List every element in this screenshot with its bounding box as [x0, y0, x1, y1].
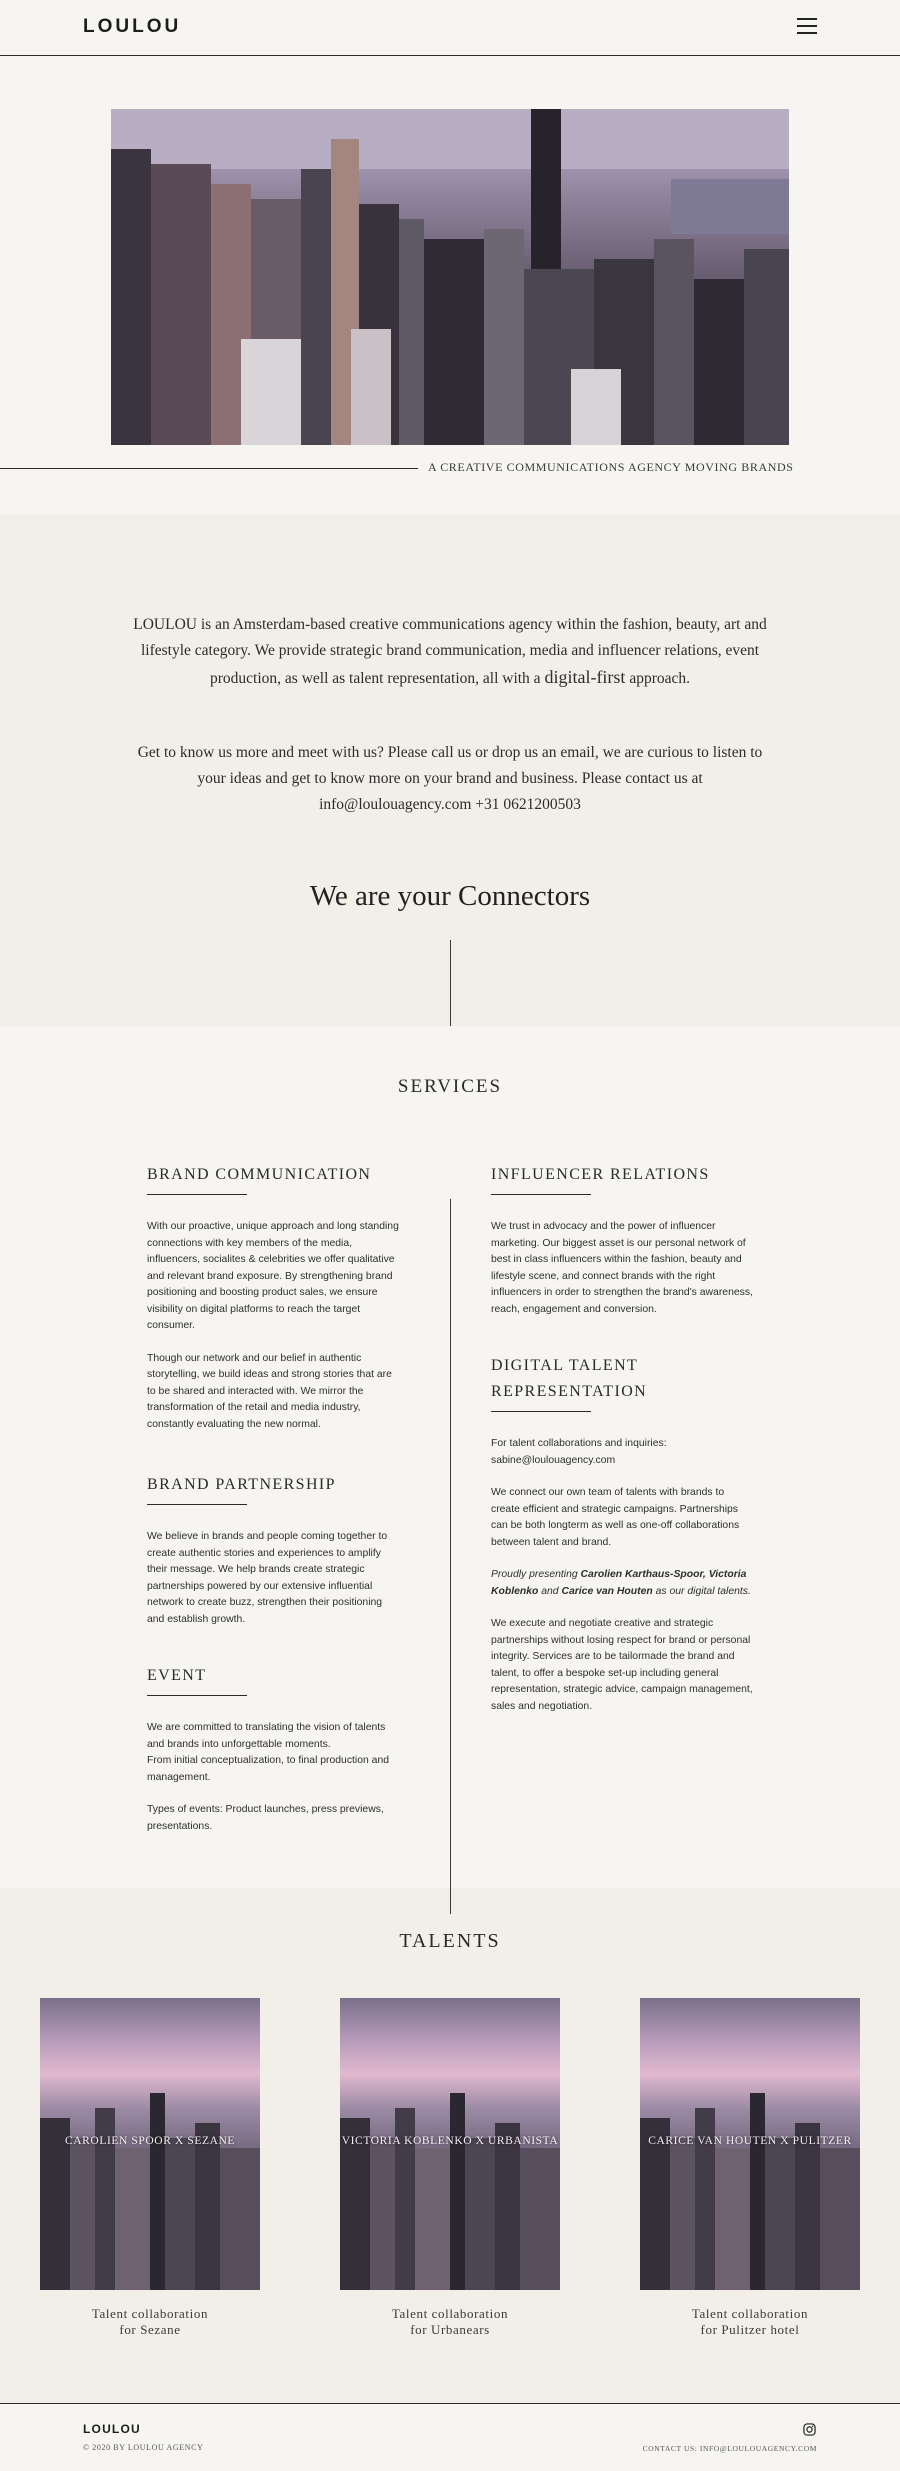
vertical-divider — [450, 940, 451, 1026]
digital-talent-title: DIGITAL TALENT REPRESENTATION — [491, 1353, 753, 1405]
hamburger-menu-icon[interactable] — [797, 16, 817, 36]
hero-tagline: A CREATIVE COMMUNICATIONS AGENCY MOVING … — [428, 460, 794, 474]
influencer-relations-title: INFLUENCER RELATIONS — [491, 1166, 710, 1183]
brand-communication-title: BRAND COMMUNICATION — [147, 1166, 372, 1183]
brand-communication-block: BRAND COMMUNICATION With our proactive, … — [147, 1162, 399, 1449]
talent-caption-line1: Talent collaboration — [91, 2306, 209, 2321]
talent-card-name: VICTORIA KOBLENKO X URBANISTA — [341, 2135, 559, 2147]
title-underline — [147, 1194, 247, 1195]
talent-caption-line1: Talent collaboration — [691, 2306, 809, 2321]
services-section: SERVICES BRAND COMMUNICATION With our pr… — [0, 1026, 900, 1888]
digital-talent-text: We connect our own team of talents with … — [491, 1487, 740, 1548]
digital-talent-title-line1: DIGITAL TALENT — [491, 1357, 639, 1374]
site-footer: LOULOU © 2020 BY LOULOU AGENCY CONTACT U… — [0, 2403, 900, 2471]
talent-card-name: CARICE VAN HOUTEN X PULITZER — [648, 2135, 852, 2147]
vertical-divider — [450, 1199, 451, 1888]
intro-section: LOULOU is an Amsterdam-based creative co… — [0, 514, 900, 1026]
title-underline — [491, 1194, 591, 1195]
event-text: Types of events: Product launches, press… — [147, 1804, 384, 1832]
tagline-divider — [0, 468, 418, 469]
presenting-text: and — [538, 1585, 562, 1597]
site-header: LOULOU — [0, 0, 900, 56]
talent-card[interactable]: CAROLIEN SPOOR X SEZANE — [40, 1998, 260, 2290]
site-logo[interactable]: LOULOU — [83, 16, 181, 38]
instagram-icon[interactable] — [803, 2423, 816, 2436]
event-title: EVENT — [147, 1667, 207, 1684]
talent-caption-line2: for Urbanears — [410, 2322, 490, 2337]
talent-caption-line1: Talent collaboration — [391, 2306, 509, 2321]
talent-caption-line2: for Pulitzer hotel — [700, 2322, 800, 2337]
hero-section: A CREATIVE COMMUNICATIONS AGENCY MOVING … — [0, 56, 900, 514]
digital-talent-text: We execute and negotiate creative and st… — [491, 1618, 753, 1712]
menu-bar — [797, 25, 817, 27]
talent-caption: Talent collaboration for Urbanears — [340, 2306, 560, 2338]
title-underline — [491, 1411, 591, 1412]
talent-caption: Talent collaboration for Sezane — [40, 2306, 260, 2338]
event-block: EVENT We are committed to translating th… — [147, 1663, 399, 1851]
brand-communication-text: Though our network and our belief in aut… — [147, 1352, 392, 1430]
talent-name: Carice van Houten — [561, 1585, 653, 1597]
intro-text-end: approach. — [625, 670, 690, 687]
event-text: From initial conceptualization, to final… — [147, 1755, 390, 1783]
footer-contact[interactable]: CONTACT US: INFO@LOULOUAGENCY.COM — [643, 2444, 817, 2453]
talent-card-name: CAROLIEN SPOOR X SEZANE — [64, 2135, 235, 2147]
connectors-heading: We are your Connectors — [309, 880, 591, 912]
presenting-text: as our digital talents. — [652, 1585, 751, 1597]
brand-partnership-title: BRAND PARTNERSHIP — [147, 1476, 336, 1493]
digital-talent-presenting: Proudly presenting Carolien Karthaus-Spo… — [491, 1567, 753, 1600]
talent-card[interactable]: VICTORIA KOBLENKO X URBANISTA — [340, 1998, 560, 2290]
talent-card[interactable]: CARICE VAN HOUTEN X PULITZER — [640, 1998, 860, 2290]
vertical-divider — [450, 1888, 451, 1914]
presenting-text: Proudly presenting — [491, 1569, 581, 1580]
event-text: We are committed to translating the visi… — [147, 1722, 386, 1750]
menu-bar — [797, 32, 817, 34]
brand-partnership-block: BRAND PARTNERSHIP We believe in brands a… — [147, 1472, 399, 1644]
brand-partnership-text: We believe in brands and people coming t… — [147, 1531, 388, 1625]
contact-paragraph: Get to know us more and meet with us? Pl… — [137, 744, 763, 813]
digital-talent-block: DIGITAL TALENT REPRESENTATION For talent … — [491, 1353, 753, 1731]
title-underline — [147, 1695, 247, 1696]
services-heading: SERVICES — [397, 1076, 503, 1097]
footer-logo[interactable]: LOULOU — [83, 2422, 141, 2436]
digital-talent-inquiries: For talent collaborations and inquiries:… — [491, 1438, 667, 1466]
talents-heading: TALENTS — [399, 1930, 501, 1952]
talents-section: TALENTS CAROLIEN SPOOR X SEZANE Talent c… — [0, 1888, 900, 2403]
intro-paragraph: LOULOU is an Amsterdam-based creative co… — [133, 612, 767, 692]
intro-emphasis: digital-first — [544, 667, 626, 687]
menu-bar — [797, 18, 817, 20]
city-skyline-image — [111, 109, 789, 445]
brand-communication-text: With our proactive, unique approach and … — [147, 1221, 399, 1331]
title-underline — [147, 1504, 247, 1505]
digital-talent-title-line2: REPRESENTATION — [491, 1383, 648, 1400]
footer-copyright: © 2020 BY LOULOU AGENCY — [83, 2443, 204, 2452]
influencer-relations-text: We trust in advocacy and the power of in… — [491, 1221, 753, 1315]
influencer-relations-block: INFLUENCER RELATIONS We trust in advocac… — [491, 1162, 753, 1334]
talent-caption-line2: for Sezane — [119, 2322, 181, 2337]
talent-caption: Talent collaboration for Pulitzer hotel — [640, 2306, 860, 2338]
